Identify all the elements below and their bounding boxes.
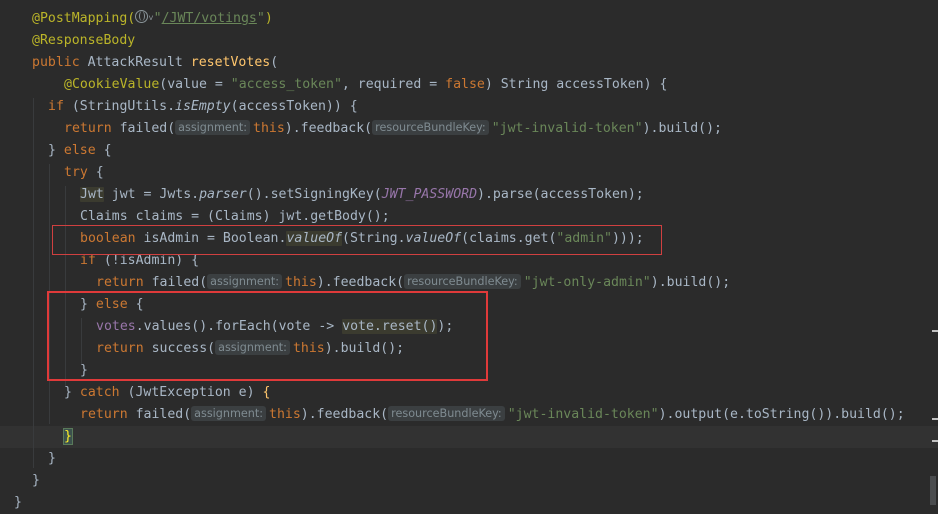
parameter-hint: resourceBundleKey: (372, 120, 489, 135)
code-line-7: } else { (48, 143, 112, 158)
code-line-23: } (14, 495, 22, 510)
parameter-hint: assignment: (207, 274, 283, 289)
vertical-scrollbar[interactable] (930, 476, 936, 505)
matched-brace: } (63, 428, 73, 445)
code-line-19: return failed(assignment: this).feedback(… (80, 406, 905, 422)
globe-icon[interactable] (135, 10, 149, 23)
parameter-hint: assignment: (191, 406, 267, 421)
parameter-hint: assignment: (175, 120, 251, 135)
highlight-box-else-branch (47, 291, 488, 381)
scroll-marker (932, 330, 938, 332)
parameter-hint: resourceBundleKey: (404, 274, 521, 289)
code-line-5: if (StringUtils.isEmpty(accessToken)) { (48, 99, 358, 114)
scroll-marker (932, 440, 938, 442)
code-line-4: @CookieValue(value = "access_token", req… (64, 77, 668, 92)
code-line-22: } (32, 473, 40, 488)
current-line-highlight (0, 426, 938, 448)
code-line-20: } (63, 426, 73, 448)
code-line-18: } catch (JwtException e) { (64, 385, 271, 400)
highlight-box-isadmin (52, 225, 662, 255)
code-line-1: @PostMapping(˅"/JWT/votings") (32, 10, 273, 26)
code-line-9: Jwt jwt = Jwts.parser().setSigningKey(JW… (80, 187, 644, 202)
code-line-6: return failed(assignment: this).feedback(… (64, 120, 722, 136)
code-line-2: @ResponseBody (32, 33, 136, 48)
scroll-marker (932, 418, 938, 420)
code-line-3: public AttackResult resetVotes( (32, 55, 279, 70)
indent-guide (33, 98, 34, 468)
code-line-21: } (48, 451, 56, 466)
parameter-hint: resourceBundleKey: (388, 406, 505, 421)
code-line-8: try { (64, 165, 104, 180)
code-editor[interactable]: @PostMapping(˅"/JWT/votings") @ResponseB… (0, 0, 938, 510)
